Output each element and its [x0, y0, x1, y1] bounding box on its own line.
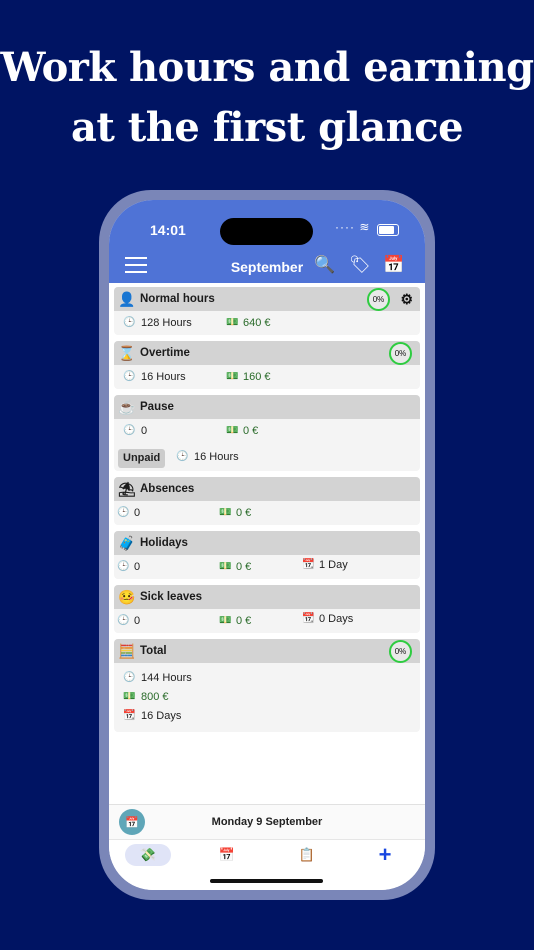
card-title: Sick leaves — [140, 591, 203, 603]
card-overtime[interactable]: ⌛ Overtime 0% 🕒 16 Hours 💵 160 € — [114, 341, 420, 389]
hours-value: 0 — [134, 507, 141, 519]
clock-icon: 🕒 — [123, 425, 136, 436]
card-title: Overtime — [140, 347, 190, 359]
search-icon[interactable]: 🔍 — [314, 255, 335, 275]
money-icon: 💵 — [226, 371, 239, 382]
money-value: 0 € — [243, 425, 259, 437]
abacus-icon: 🧮 — [118, 642, 136, 659]
date-bar: 📅 Monday 9 September — [109, 804, 425, 839]
tag-icon[interactable]: 🏷 — [349, 255, 371, 275]
money-icon: 💵 — [219, 561, 232, 572]
phone-screen: 14:01 ···· ≋ September 🔍 🏷 📅 👤 Normal ho… — [109, 200, 425, 890]
unpaid-badge[interactable]: Unpaid — [118, 449, 166, 468]
card-title: Total — [140, 645, 167, 657]
clock-icon: 🕒 — [117, 615, 130, 626]
phone-frame: 14:01 ···· ≋ September 🔍 🏷 📅 👤 Normal ho… — [99, 190, 435, 900]
money-value: 0 € — [236, 615, 252, 627]
tab-money-icon[interactable]: 💸 — [125, 844, 171, 866]
summary-list: 👤 Normal hours 0% ⚙ 🕒 128 Hours 💵 640 € … — [114, 287, 420, 738]
card-title: Normal hours — [140, 293, 215, 305]
money-value: 0 € — [236, 561, 252, 573]
signal-wifi-icon: ···· ≋ — [335, 220, 371, 234]
clock-icon: 🕒 — [176, 451, 189, 462]
progress-ring: 0% — [367, 288, 390, 311]
money-icon: 💵 — [219, 615, 232, 626]
thermometer-icon: 🤒 — [118, 588, 136, 605]
days-value: 16 Days — [141, 710, 182, 722]
money-icon: 💵 — [226, 425, 239, 436]
clock-icon: 🕒 — [123, 317, 136, 328]
card-title: Holidays — [140, 537, 188, 549]
money-value: 0 € — [236, 507, 252, 519]
card-total[interactable]: 🧮 Total 0% 🕒 144 Hours 💵 800 € 📆 16 Days — [114, 639, 420, 732]
card-absences[interactable]: ⛱ Absences 🕒 0 💵 0 € — [114, 477, 420, 525]
page-title: September — [230, 259, 304, 275]
hours-value: 0 — [141, 425, 148, 437]
clock-icon: 🕒 — [117, 507, 130, 518]
progress-ring: 0% — [389, 640, 412, 663]
hourglass-icon: ⌛ — [118, 344, 136, 361]
gear-icon[interactable]: ⚙ — [400, 291, 413, 308]
headline: Work hours and earning at the first glan… — [0, 38, 534, 158]
card-normal-hours[interactable]: 👤 Normal hours 0% ⚙ 🕒 128 Hours 💵 640 € — [114, 287, 420, 335]
home-indicator — [210, 879, 323, 883]
days-value: 0 Days — [319, 613, 354, 625]
card-pause[interactable]: ☕ Pause 🕒 0 💵 0 € Unpaid 🕒 16 Hours — [114, 395, 420, 471]
money-icon: 💵 — [226, 317, 239, 328]
days-value: 1 Day — [319, 559, 348, 571]
unpaid-hours-value: 16 Hours — [194, 451, 239, 463]
card-sick-leaves[interactable]: 🤒 Sick leaves 🕒 0 💵 0 € 📆 0 Days — [114, 585, 420, 633]
worker-clock-icon: 👤 — [118, 290, 136, 307]
money-value: 160 € — [243, 371, 271, 383]
calendar-day-icon: 📆 — [302, 559, 315, 570]
money-icon: 💵 — [123, 691, 136, 702]
clock-icon: 🕒 — [117, 561, 130, 572]
money-value: 640 € — [243, 317, 271, 329]
hours-value: 16 Hours — [141, 371, 186, 383]
hours-value: 0 — [134, 561, 141, 573]
luggage-icon: 🧳 — [118, 534, 136, 551]
hours-value: 144 Hours — [141, 672, 192, 684]
calendar-day-icon: 📆 — [123, 710, 136, 721]
card-holidays[interactable]: 🧳 Holidays 🕒 0 💵 0 € 📆 1 Day — [114, 531, 420, 579]
app-bar: 14:01 ···· ≋ September 🔍 🏷 📅 — [109, 200, 425, 283]
card-title: Absences — [140, 483, 195, 495]
card-title: Pause — [140, 401, 174, 413]
progress-ring: 0% — [389, 342, 412, 365]
clock-icon: 🕒 — [123, 371, 136, 382]
tab-calendar-icon[interactable]: 📅 — [204, 844, 250, 866]
add-entry-button[interactable]: + — [362, 844, 408, 866]
current-date: Monday 9 September — [211, 816, 323, 828]
tab-list-icon[interactable]: 📋 — [284, 844, 330, 866]
status-time: 14:01 — [150, 222, 186, 238]
calendar-icon[interactable]: 📅 — [383, 255, 404, 275]
clock-icon: 🕒 — [123, 672, 136, 683]
battery-icon — [377, 224, 399, 236]
money-icon: 💵 — [219, 507, 232, 518]
headline-line-2: at the first glance — [70, 104, 464, 151]
absence-icon: ⛱ — [118, 480, 136, 497]
calendar-day-icon: 📆 — [302, 613, 315, 624]
headline-line-1: Work hours and earning — [0, 44, 534, 91]
hours-value: 128 Hours — [141, 317, 192, 329]
hours-value: 0 — [134, 615, 141, 627]
pause-icon: ☕ — [118, 398, 136, 415]
dynamic-island — [220, 218, 313, 245]
money-value: 800 € — [141, 691, 169, 703]
